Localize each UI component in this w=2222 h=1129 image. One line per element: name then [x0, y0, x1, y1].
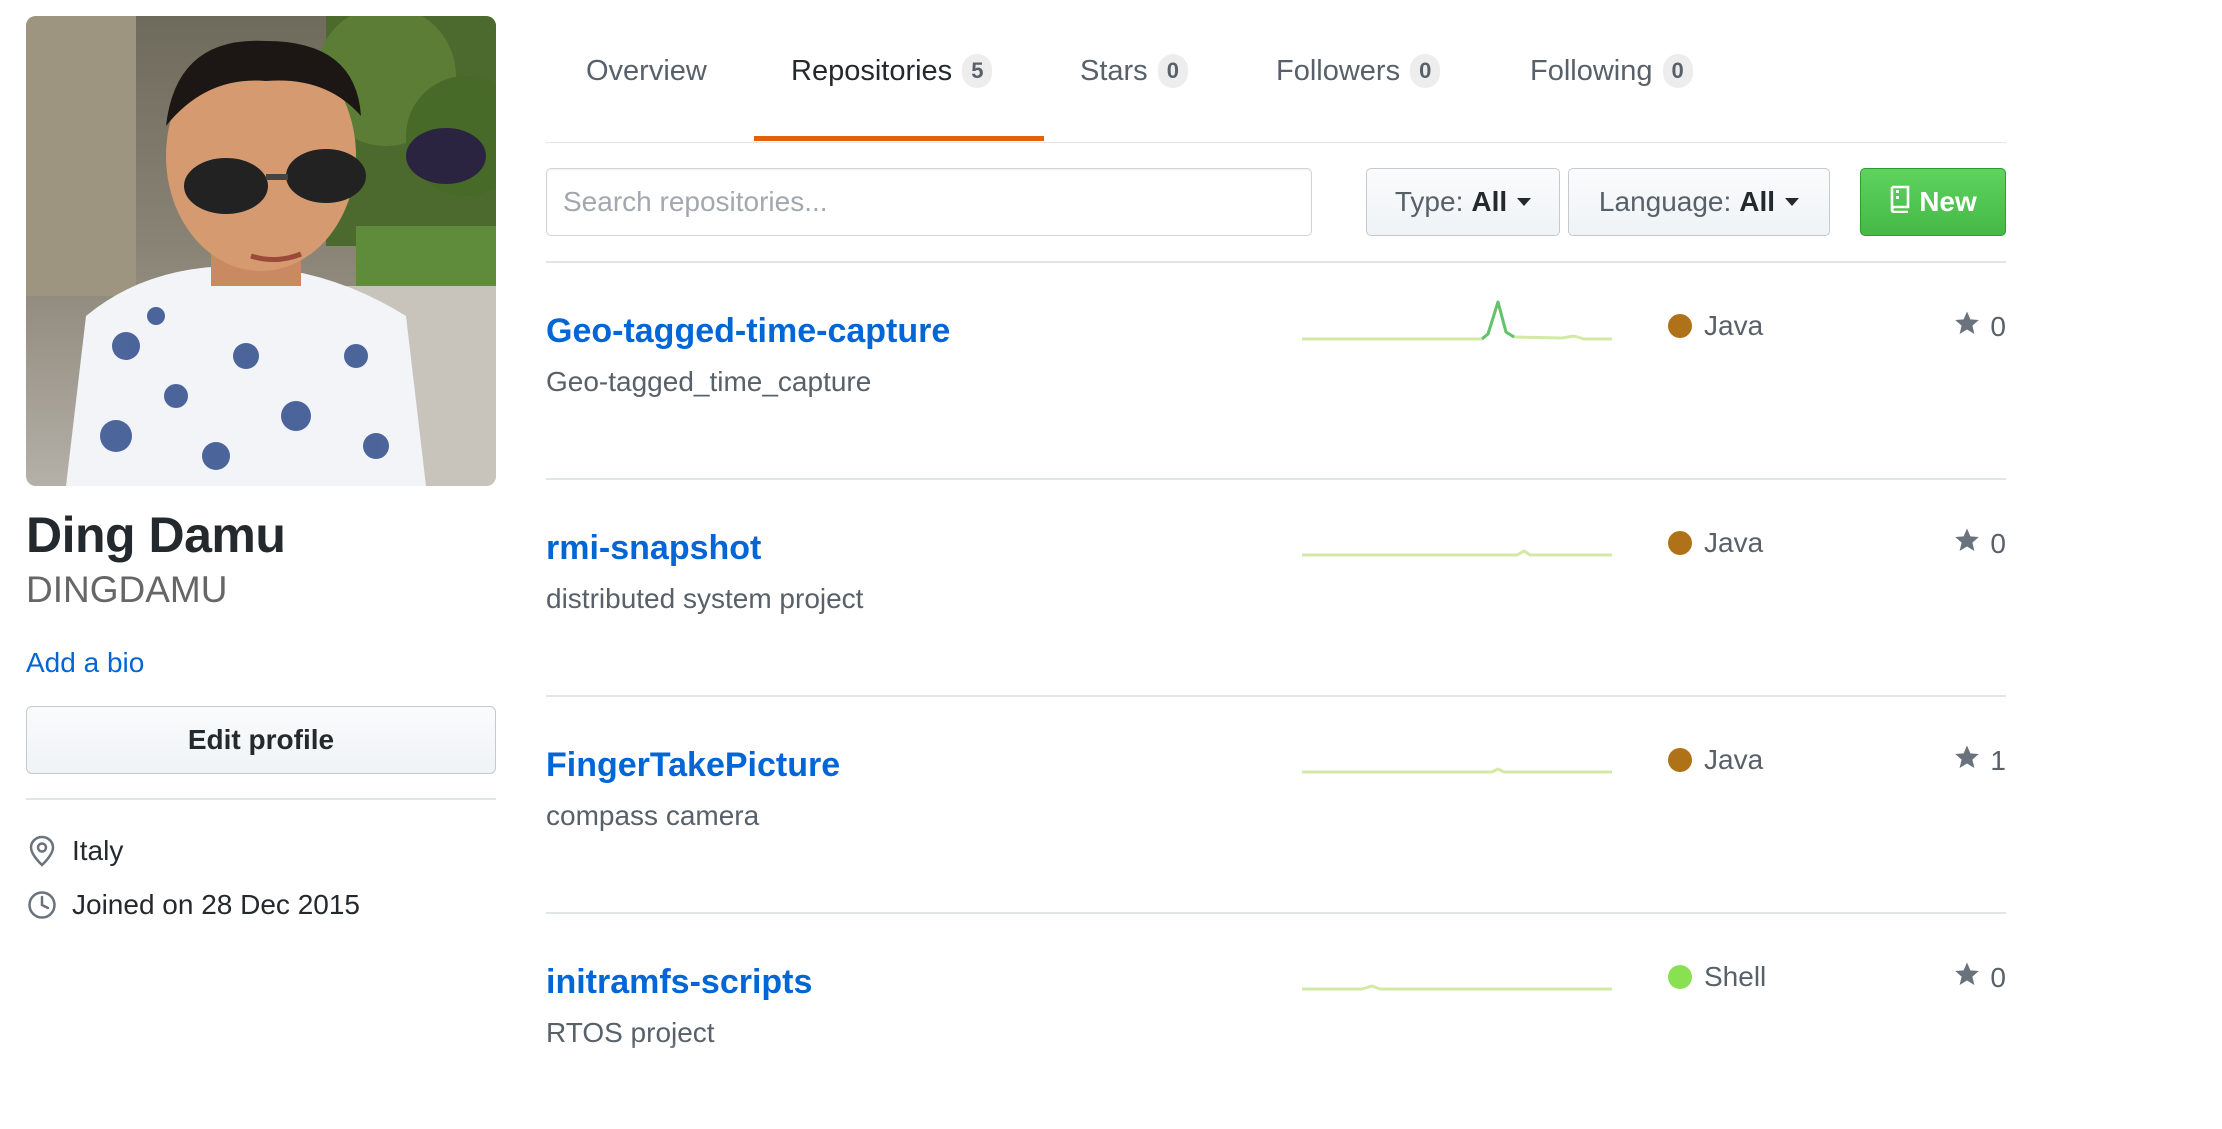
tab-label: Followers — [1276, 54, 1401, 87]
language-color-dot — [1668, 531, 1692, 555]
repository-stars[interactable]: 0 — [1954, 527, 2006, 560]
language-color-dot — [1668, 965, 1692, 989]
tab-overview[interactable]: Overview — [586, 0, 707, 142]
vcard-location-text: Italy — [72, 835, 124, 866]
star-icon — [1954, 527, 1980, 560]
tab-following[interactable]: Following 0 — [1530, 0, 1693, 142]
tab-count: 0 — [1410, 54, 1441, 88]
new-button-label: New — [1919, 186, 1977, 217]
repository-name-link[interactable]: initramfs-scripts — [546, 963, 812, 1002]
repository-name-link[interactable]: FingerTakePicture — [546, 746, 840, 785]
repository-name-link[interactable]: rmi-snapshot — [546, 529, 761, 568]
repository-language: Java — [1668, 744, 1763, 776]
repository-language-name: Java — [1704, 310, 1764, 341]
tab-count: 0 — [1662, 54, 1693, 88]
tab-stars[interactable]: Stars 0 — [1080, 0, 1188, 142]
new-repository-button[interactable]: New — [1860, 168, 2006, 236]
repository-name-link[interactable]: Geo-tagged-time-capture — [546, 312, 950, 351]
repository-description: distributed system project — [546, 583, 864, 614]
star-icon — [1954, 310, 1980, 343]
repo-book-icon — [1889, 185, 1911, 220]
repository-row: rmi-snapshot distributed system project … — [546, 479, 2006, 695]
profile-username: DINGDAMU — [26, 569, 228, 610]
activity-sparkline — [1302, 300, 1612, 341]
repository-row: Geo-tagged-time-capture Geo-tagged_time_… — [546, 262, 2006, 478]
tab-label: Stars — [1080, 54, 1148, 87]
sidebar-divider — [26, 798, 496, 800]
tab-label: Following — [1530, 54, 1653, 87]
bottom-fade — [0, 1040, 2222, 1086]
tab-followers[interactable]: Followers 0 — [1276, 0, 1441, 142]
type-filter-label: Type: — [1394, 186, 1464, 217]
caret-down-icon — [1517, 198, 1532, 206]
clock-icon — [26, 889, 58, 921]
repository-language-name: Java — [1704, 527, 1764, 558]
repository-star-count: 1 — [1990, 744, 2006, 776]
star-icon — [1954, 744, 1980, 777]
repository-language: Java — [1668, 527, 1763, 559]
repository-row: initramfs-scripts RTOS project Shell 0 — [546, 913, 2006, 1129]
add-bio-link[interactable]: Add a bio — [26, 647, 144, 679]
search-repositories-input[interactable] — [546, 168, 1312, 236]
type-filter-dropdown[interactable]: Type: All — [1366, 168, 1560, 236]
type-filter-value: All — [1471, 186, 1508, 217]
star-icon — [1954, 961, 1980, 994]
vcard-joined: Joined on 28 Dec 2015 — [26, 889, 360, 921]
repository-stars[interactable]: 0 — [1954, 310, 2006, 343]
location-pin-icon — [26, 835, 58, 867]
repository-language: Shell — [1668, 961, 1766, 993]
language-filter-dropdown[interactable]: Language: All — [1568, 168, 1830, 236]
repository-language-name: Shell — [1704, 961, 1767, 992]
repository-language-name: Java — [1704, 744, 1764, 775]
tab-label: Repositories — [791, 54, 953, 87]
language-filter-value: All — [1739, 186, 1776, 217]
tab-repositories[interactable]: Repositories 5 — [791, 0, 993, 142]
repository-description: Geo-tagged_time_capture — [546, 366, 872, 397]
repository-star-count: 0 — [1990, 527, 2006, 559]
repository-row: FingerTakePicture compass camera Java 1 — [546, 696, 2006, 912]
repository-stars[interactable]: 1 — [1954, 744, 2006, 777]
selected-tab-underline — [754, 136, 1044, 141]
tab-count: 0 — [1157, 54, 1188, 88]
caret-down-icon — [1785, 198, 1800, 206]
vcard-joined-text: Joined on 28 Dec 2015 — [72, 889, 360, 920]
repository-language: Java — [1668, 310, 1763, 342]
edit-profile-button[interactable]: Edit profile — [26, 706, 496, 774]
avatar[interactable] — [26, 16, 496, 486]
language-color-dot — [1668, 314, 1692, 338]
tab-count: 5 — [962, 54, 993, 88]
repository-star-count: 0 — [1990, 310, 2006, 342]
profile-full-name: Ding Damu — [26, 507, 286, 563]
language-filter-label: Language: — [1598, 186, 1732, 217]
vcard-location: Italy — [26, 835, 123, 867]
activity-sparkline — [1302, 549, 1612, 557]
activity-sparkline — [1302, 984, 1612, 991]
repository-star-count: 0 — [1990, 961, 2006, 993]
tab-label: Overview — [586, 54, 707, 87]
repository-description: compass camera — [546, 800, 760, 831]
profile-tabs: Overview Repositories 5 Stars 0 Follower… — [546, 0, 2006, 143]
repository-stars[interactable]: 0 — [1954, 961, 2006, 994]
language-color-dot — [1668, 748, 1692, 772]
activity-sparkline — [1302, 767, 1612, 774]
